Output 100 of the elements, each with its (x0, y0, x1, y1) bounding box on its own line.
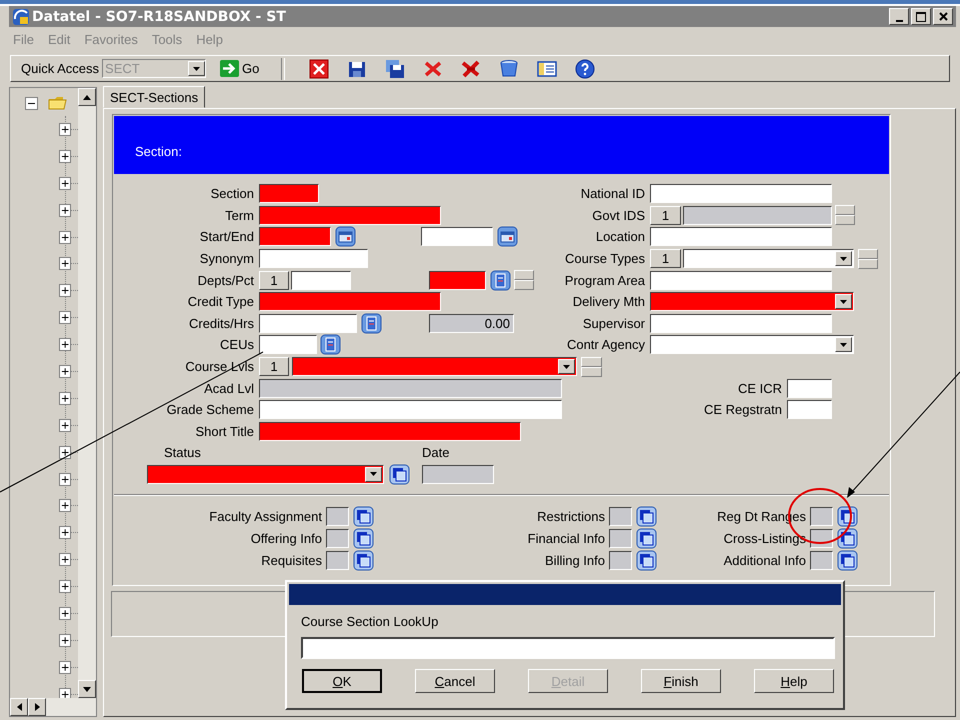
save-all-icon[interactable] (385, 58, 406, 78)
dropdown-field[interactable] (650, 292, 854, 312)
lookup-icon[interactable] (389, 464, 410, 485)
dialog-button[interactable]: Finish (641, 669, 721, 693)
link-label: Offering Info (250, 531, 322, 546)
expand-icon[interactable] (59, 606, 72, 620)
counter-button[interactable]: 1 (650, 206, 681, 225)
lookup-icon[interactable] (636, 528, 657, 550)
caret-icon (563, 364, 570, 369)
text-field[interactable] (259, 206, 441, 225)
delete-all-icon[interactable] (461, 58, 482, 78)
caret-icon (840, 300, 847, 304)
calendar-icon[interactable] (497, 226, 518, 248)
field-label: Term (224, 208, 255, 223)
dropdown-field[interactable] (650, 335, 854, 354)
dropdown-field[interactable] (147, 464, 384, 484)
expand-icon[interactable] (59, 392, 72, 405)
expand-icon[interactable] (59, 150, 72, 163)
counter-button[interactable]: 1 (259, 357, 289, 376)
calendar-icon[interactable] (335, 226, 356, 248)
scroll-left-icon[interactable] (16, 703, 22, 711)
spinner-control[interactable] (835, 205, 855, 226)
expand-icon[interactable] (59, 364, 72, 378)
text-field[interactable] (787, 400, 832, 420)
text-field[interactable] (259, 314, 357, 333)
expand-icon[interactable] (59, 122, 72, 136)
lookup-icon[interactable] (353, 506, 374, 528)
minimize-button[interactable] (889, 8, 909, 25)
lookup-icon[interactable] (636, 506, 657, 528)
scroll-right-icon[interactable] (34, 703, 40, 711)
text-field[interactable] (259, 227, 331, 246)
expand-icon[interactable] (59, 499, 72, 512)
text-field[interactable] (650, 184, 832, 204)
expand-icon[interactable] (59, 580, 72, 594)
spinner-control[interactable] (581, 356, 602, 377)
detail-icon[interactable] (490, 270, 511, 291)
text-field[interactable] (259, 335, 317, 354)
detail-icon[interactable] (320, 334, 341, 356)
expand-icon[interactable] (59, 688, 72, 698)
dialog-button[interactable]: Cancel (415, 669, 495, 693)
text-field[interactable] (259, 400, 562, 420)
dialog-button[interactable]: Help (754, 669, 834, 693)
expand-icon[interactable] (59, 526, 72, 540)
expand-icon[interactable] (59, 311, 72, 324)
help-icon[interactable] (575, 58, 596, 78)
spinner-control[interactable] (514, 270, 534, 290)
expand-icon[interactable] (59, 418, 72, 432)
lookup-icon[interactable] (837, 506, 858, 528)
lookup-icon[interactable] (837, 528, 858, 550)
bucket-icon[interactable] (499, 58, 520, 78)
detail-icon[interactable] (361, 312, 382, 334)
cancel-icon[interactable] (309, 58, 330, 78)
go-button[interactable]: Go (220, 60, 260, 77)
collapse-icon[interactable] (25, 96, 38, 110)
text-field[interactable] (259, 184, 319, 204)
expand-icon[interactable] (59, 553, 72, 566)
expand-icon[interactable] (59, 660, 72, 674)
close-button[interactable] (933, 8, 953, 25)
lookup-icon[interactable] (837, 550, 858, 571)
dropdown-field[interactable] (683, 249, 854, 268)
lookup-input[interactable] (301, 637, 835, 659)
text-field[interactable] (787, 378, 832, 398)
dropdown-field[interactable] (292, 357, 577, 376)
vertical-scrollbar[interactable] (78, 88, 96, 698)
lookup-icon[interactable] (353, 528, 374, 550)
counter-button[interactable]: 1 (259, 270, 289, 290)
text-field[interactable] (650, 227, 832, 246)
field-label: Acad Lvl (203, 380, 255, 396)
expand-icon[interactable] (59, 230, 72, 244)
expand-icon[interactable] (59, 338, 72, 352)
expand-icon[interactable] (59, 634, 72, 647)
scroll-down-icon[interactable] (83, 686, 91, 692)
text-field[interactable] (259, 292, 441, 312)
text-field[interactable] (259, 422, 521, 441)
spinner-control[interactable] (858, 248, 878, 269)
text-field[interactable] (650, 314, 832, 333)
tab[interactable]: SECT-Sections (103, 86, 206, 108)
dialog-button[interactable]: OK (302, 669, 382, 693)
text-field[interactable] (259, 249, 368, 268)
text-field[interactable] (421, 227, 493, 246)
date-label: Date (422, 445, 450, 460)
quick-access-label: Quick Access (21, 61, 100, 76)
counter-button[interactable]: 1 (650, 249, 681, 268)
field-label: Grade Scheme (166, 402, 255, 418)
status-label: Status (164, 445, 202, 460)
lookup-icon[interactable] (353, 550, 374, 571)
horizontal-scrollbar[interactable] (10, 698, 96, 716)
expand-icon[interactable] (59, 284, 72, 298)
scroll-up-icon[interactable] (83, 94, 91, 100)
expand-icon[interactable] (59, 176, 72, 190)
panel-icon[interactable] (537, 58, 558, 78)
text-field[interactable] (429, 270, 486, 290)
expand-icon[interactable] (59, 257, 72, 270)
expand-icon[interactable] (59, 446, 72, 459)
text-field[interactable] (650, 270, 832, 290)
expand-icon[interactable] (59, 204, 72, 217)
expand-icon[interactable] (59, 472, 72, 486)
lookup-icon[interactable] (636, 550, 657, 571)
text-field[interactable] (291, 270, 351, 290)
maximize-button[interactable] (911, 8, 931, 25)
